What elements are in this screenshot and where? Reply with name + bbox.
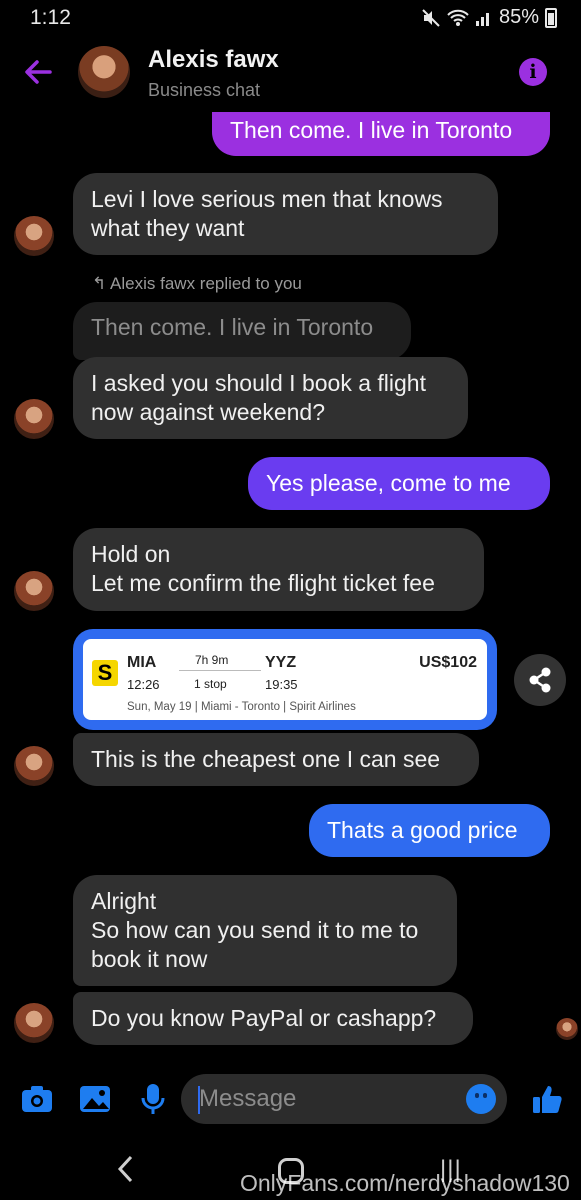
- emoji-icon[interactable]: [466, 1084, 496, 1114]
- message-text-line: Alright: [91, 888, 157, 914]
- chat-header: Alexis fawx Business chat i: [0, 36, 581, 110]
- airline-logo: S: [92, 660, 118, 686]
- wifi-icon: [447, 9, 469, 26]
- message-bubble-incoming[interactable]: I asked you should I book a flight now a…: [73, 357, 468, 439]
- message-text: This is the cheapest one I can see: [91, 746, 441, 772]
- contact-avatar[interactable]: [78, 46, 130, 98]
- camera-icon[interactable]: [20, 1082, 54, 1116]
- like-icon[interactable]: [530, 1082, 564, 1116]
- sender-avatar[interactable]: [14, 1003, 54, 1043]
- reply-icon: ↰: [92, 274, 107, 293]
- message-text: Yes please, come to me: [266, 470, 511, 496]
- message-input[interactable]: [181, 1074, 507, 1124]
- flight-card-body: S MIA 12:26 7h 9m 1 stop YYZ 19:35 US$10…: [83, 639, 487, 720]
- watermark: OnlyFans.com/nerdyshadow130: [240, 1170, 570, 1196]
- message-composer: [0, 1068, 581, 1132]
- origin-code: MIA: [127, 654, 157, 671]
- mute-icon: [422, 8, 440, 27]
- message-bubble-incoming[interactable]: This is the cheapest one I can see: [73, 733, 479, 786]
- message-text-line: So how can you send it to me to book it …: [91, 917, 419, 972]
- quoted-text: Then come. I live in Toronto: [91, 314, 374, 340]
- sender-avatar[interactable]: [14, 571, 54, 611]
- message-text-line: Let me confirm the flight ticket fee: [91, 570, 435, 596]
- sender-avatar[interactable]: [14, 746, 54, 786]
- nav-back-icon[interactable]: [116, 1154, 134, 1184]
- share-button[interactable]: [514, 654, 566, 706]
- destination-code: YYZ: [265, 654, 297, 671]
- contact-subtitle: Business chat: [148, 80, 261, 100]
- message-bubble-incoming[interactable]: Hold on Let me confirm the flight ticket…: [73, 528, 484, 611]
- flight-details: Sun, May 19 | Miami - Toronto | Spirit A…: [127, 701, 356, 713]
- stop-count: 1 stop: [194, 677, 227, 691]
- reply-note-text: Alexis fawx replied to you: [110, 274, 302, 293]
- route-line: [179, 670, 261, 671]
- text-cursor: [198, 1086, 200, 1114]
- signal-icon: [475, 12, 489, 26]
- info-icon[interactable]: i: [519, 58, 547, 86]
- message-bubble-outgoing[interactable]: Thats a good price: [309, 804, 550, 857]
- message-text: Do you know PayPal or cashapp?: [91, 1005, 437, 1031]
- seen-receipt-avatar: [556, 1018, 578, 1040]
- quoted-message[interactable]: Then come. I live in Toronto: [73, 302, 411, 360]
- message-bubble-incoming[interactable]: Alright So how can you send it to me to …: [73, 875, 457, 986]
- flight-price: US$102: [419, 654, 477, 671]
- mic-icon[interactable]: [136, 1082, 170, 1116]
- arrive-time: 19:35: [265, 677, 298, 692]
- message-text: Then come. I live in Toronto: [230, 117, 513, 143]
- status-bar: 1:12 85%: [0, 0, 581, 36]
- flight-duration: 7h 9m: [195, 653, 229, 667]
- message-text: I asked you should I book a flight now a…: [91, 370, 426, 425]
- back-arrow-icon[interactable]: [22, 56, 54, 88]
- contact-name[interactable]: Alexis fawx: [148, 46, 279, 74]
- reply-note: ↰ Alexis fawx replied to you: [92, 274, 302, 294]
- battery-icon: [545, 7, 557, 28]
- image-icon[interactable]: [78, 1082, 112, 1116]
- status-icons: 85%: [421, 6, 557, 29]
- message-bubble-outgoing[interactable]: Yes please, come to me: [248, 457, 550, 510]
- flight-card[interactable]: S MIA 12:26 7h 9m 1 stop YYZ 19:35 US$10…: [73, 629, 497, 730]
- depart-time: 12:26: [127, 677, 160, 692]
- share-icon: [529, 667, 551, 693]
- message-bubble-incoming[interactable]: Do you know PayPal or cashapp?: [73, 992, 473, 1045]
- sender-avatar[interactable]: [14, 399, 54, 439]
- message-text: Thats a good price: [327, 817, 518, 843]
- message-bubble-incoming[interactable]: Levi I love serious men that knows what …: [73, 173, 498, 255]
- message-text-line: Hold on: [91, 541, 171, 567]
- message-bubble-outgoing[interactable]: Then come. I live in Toronto: [212, 112, 550, 156]
- battery-percent: 85%: [498, 6, 539, 28]
- status-time: 1:12: [30, 6, 71, 29]
- message-text: Levi I love serious men that knows what …: [91, 186, 443, 241]
- sender-avatar[interactable]: [14, 216, 54, 256]
